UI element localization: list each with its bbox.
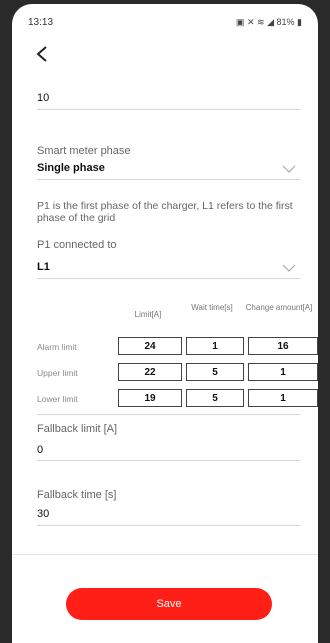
header-limit: Limit[A] (134, 310, 162, 319)
smart-meter-phase-select[interactable]: Single phase (37, 162, 300, 180)
fallback-time-value: 30 (37, 508, 50, 520)
upper-wait-input[interactable]: 5 (186, 363, 244, 381)
lower-change-input[interactable]: 1 (248, 389, 318, 407)
fallback-limit-field[interactable]: 0 (37, 444, 300, 461)
battery-icon: ▮ (297, 17, 302, 27)
alarm-icon: ▣ (235, 17, 245, 27)
status-time: 13:13 (28, 17, 54, 28)
mute-icon: ✕ (246, 17, 255, 27)
lower-limit-input[interactable]: 19 (118, 389, 182, 407)
header-change-amount: Change amount[A] (245, 303, 313, 312)
fallback-limit-value: 0 (37, 444, 44, 456)
status-bar: 13:13 ▣ ✕ ≋ ◢ 81% ▮ (28, 17, 302, 31)
back-arrow-icon[interactable] (34, 44, 52, 64)
battery-percent: 81% (276, 17, 295, 27)
top-value: 10 (37, 92, 50, 104)
phone-screen: 13:13 ▣ ✕ ≋ ◢ 81% ▮ 10 Smart meter phase… (12, 4, 318, 643)
fallback-limit-label: Fallback limit [A] (37, 423, 118, 435)
alarm-wait-input[interactable]: 1 (186, 337, 244, 355)
upper-change-input[interactable]: 1 (248, 363, 318, 381)
row-label-lower: Lower limit (37, 394, 78, 404)
wifi-icon: ≋ (257, 17, 265, 27)
phase-info-text: P1 is the first phase of the charger, L1… (37, 200, 293, 224)
p1-connected-label: P1 connected to (37, 239, 117, 251)
row-label-alarm: Alarm limit (37, 342, 77, 352)
smart-meter-phase-label: Smart meter phase (37, 145, 131, 157)
row-label-upper: Upper limit (37, 368, 78, 378)
table-divider (37, 414, 300, 415)
alarm-change-input[interactable]: 16 (248, 337, 318, 355)
smart-meter-phase-value: Single phase (37, 162, 105, 174)
upper-limit-input[interactable]: 22 (118, 363, 182, 381)
fallback-time-label: Fallback time [s] (37, 489, 117, 501)
status-icons: ▣ ✕ ≋ ◢ 81% ▮ (236, 17, 302, 28)
signal-icon: ◢ (267, 17, 274, 27)
alarm-limit-input[interactable]: 24 (118, 337, 182, 355)
p1-connected-select[interactable]: L1 (37, 261, 300, 279)
chevron-down-icon (282, 165, 296, 173)
chevron-down-icon (282, 264, 296, 272)
fallback-time-field[interactable]: 30 (37, 508, 300, 526)
save-button[interactable]: Save (66, 588, 272, 620)
top-value-field[interactable]: 10 (37, 92, 300, 110)
p1-connected-value: L1 (37, 261, 50, 273)
lower-wait-input[interactable]: 5 (186, 389, 244, 407)
header-wait-time: Wait time[s] (191, 303, 233, 312)
footer-separator (12, 554, 318, 555)
